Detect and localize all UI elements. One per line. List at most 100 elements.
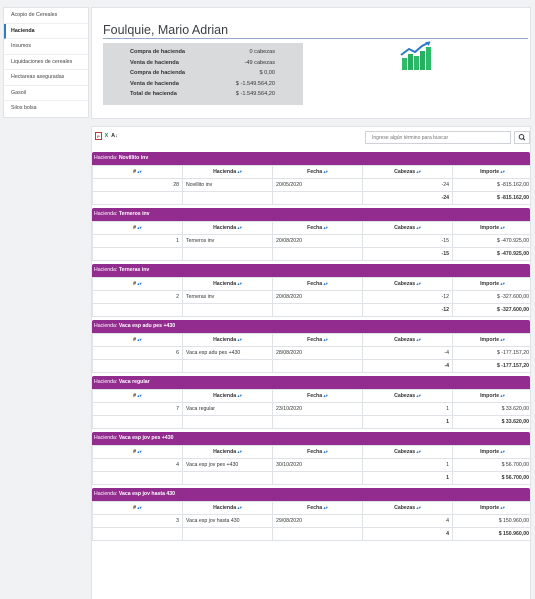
table-row[interactable]: 28 Novillito inv 20/05/2020 -24 $ -815.162,0… [92, 178, 530, 192]
column-header-cabezas[interactable]: Cabezas ▴▾ [362, 445, 453, 459]
sort-arrows-icon[interactable]: ▴▾ [322, 337, 328, 342]
sort-arrows-icon[interactable]: ▴▾ [415, 281, 421, 286]
sort-arrows-icon[interactable]: ▴▾ [136, 225, 142, 230]
column-header-hacienda[interactable]: Hacienda ▴▾ [182, 389, 273, 403]
column-header-fecha[interactable]: Fecha ▴▾ [272, 445, 363, 459]
pdf-icon[interactable]: P [95, 132, 102, 140]
sidebar-item-silos[interactable]: Silos bolsa [4, 101, 88, 117]
cell-fecha: 28/08/2020 [272, 346, 363, 360]
column-header-cabezas[interactable]: Cabezas ▴▾ [362, 165, 453, 179]
empty-cell [182, 415, 273, 429]
column-header-cabezas[interactable]: Cabezas ▴▾ [362, 221, 453, 235]
sort-arrows-icon[interactable]: ▴▾ [322, 505, 328, 510]
table-row[interactable]: 4 Vaca esp jov pes +430 30/10/2020 1 $ 56.70… [92, 458, 530, 472]
column-header-cabezas[interactable]: Cabezas ▴▾ [362, 501, 453, 515]
sidebar-item-hectareas[interactable]: Hectareas aseguradas [4, 70, 88, 86]
sort-arrows-icon[interactable]: ▴▾ [415, 225, 421, 230]
column-header-importe[interactable]: Importe ▴▾ [452, 221, 530, 235]
column-header-importe[interactable]: Importe ▴▾ [452, 445, 530, 459]
sort-arrows-icon[interactable]: ▴▾ [499, 337, 505, 342]
sort-arrows-icon[interactable]: ▴▾ [236, 281, 242, 286]
column-header-id[interactable]: # ▴▾ [92, 221, 183, 235]
column-header-hacienda[interactable]: Hacienda ▴▾ [182, 165, 273, 179]
column-header-hacienda[interactable]: Hacienda ▴▾ [182, 277, 273, 291]
sort-arrows-icon[interactable]: ▴▾ [236, 505, 242, 510]
group-header[interactable]: Hacienda: Vaca esp adu pes +430 [92, 320, 530, 333]
column-header-importe[interactable]: Importe ▴▾ [452, 165, 530, 179]
column-header-hacienda[interactable]: Hacienda ▴▾ [182, 445, 273, 459]
column-header-importe[interactable]: Importe ▴▾ [452, 501, 530, 515]
column-header-fecha[interactable]: Fecha ▴▾ [272, 165, 363, 179]
column-header-fecha[interactable]: Fecha ▴▾ [272, 333, 363, 347]
group-header[interactable]: Hacienda: Terneros inv [92, 208, 530, 221]
table-row[interactable]: 3 Vaca esp jov hasta 430 29/08/2020 4 $ 150.… [92, 514, 530, 528]
column-header-hacienda[interactable]: Hacienda ▴▾ [182, 333, 273, 347]
sort-arrows-icon[interactable]: ▴▾ [236, 337, 242, 342]
column-header-importe[interactable]: Importe ▴▾ [452, 277, 530, 291]
sort-arrows-icon[interactable]: ▴▾ [499, 225, 505, 230]
group-header[interactable]: Hacienda: Terneras inv [92, 264, 530, 277]
sort-icon[interactable]: A↓ [111, 132, 118, 140]
sort-arrows-icon[interactable]: ▴▾ [499, 393, 505, 398]
sort-arrows-icon[interactable]: ▴▾ [136, 337, 142, 342]
column-header-fecha[interactable]: Fecha ▴▾ [272, 221, 363, 235]
group-header[interactable]: Hacienda: Vaca regular [92, 376, 530, 389]
sort-arrows-icon[interactable]: ▴▾ [415, 505, 421, 510]
sort-arrows-icon[interactable]: ▴▾ [322, 393, 328, 398]
sort-arrows-icon[interactable]: ▴▾ [415, 169, 421, 174]
table-row[interactable]: 1 Terneros inv 20/08/2020 -15 $ -470.925,00 [92, 234, 530, 248]
sort-arrows-icon[interactable]: ▴▾ [136, 281, 142, 286]
sort-arrows-icon[interactable]: ▴▾ [236, 449, 242, 454]
sort-arrows-icon[interactable]: ▴▾ [136, 169, 142, 174]
column-header-cabezas[interactable]: Cabezas ▴▾ [362, 389, 453, 403]
column-header-fecha[interactable]: Fecha ▴▾ [272, 501, 363, 515]
sort-arrows-icon[interactable]: ▴▾ [499, 505, 505, 510]
sort-arrows-icon[interactable]: ▴▾ [499, 449, 505, 454]
search-button[interactable] [514, 131, 530, 144]
column-header-hacienda[interactable]: Hacienda ▴▾ [182, 221, 273, 235]
column-header-importe[interactable]: Importe ▴▾ [452, 389, 530, 403]
sort-arrows-icon[interactable]: ▴▾ [499, 281, 505, 286]
sidebar-item-hacienda[interactable]: Hacienda [4, 23, 88, 39]
table-row[interactable]: 2 Terneras inv 20/08/2020 -12 $ -327.600,00 [92, 290, 530, 304]
sort-arrows-icon[interactable]: ▴▾ [322, 169, 328, 174]
sort-arrows-icon[interactable]: ▴▾ [136, 505, 142, 510]
sidebar-item-liquidaciones[interactable]: Liquidaciones de cereales [4, 55, 88, 70]
sort-arrows-icon[interactable]: ▴▾ [322, 281, 328, 286]
sidebar-item-acopio[interactable]: Acopio de Cereales [4, 8, 88, 24]
hacienda-table: # ▴▾ Hacienda ▴▾ Fecha ▴▾ Cabezas ▴▾ Importe… [92, 221, 530, 261]
column-header-hacienda[interactable]: Hacienda ▴▾ [182, 501, 273, 515]
sort-arrows-icon[interactable]: ▴▾ [236, 225, 242, 230]
excel-icon[interactable]: X [103, 132, 110, 140]
sort-arrows-icon[interactable]: ▴▾ [236, 169, 242, 174]
sort-arrows-icon[interactable]: ▴▾ [322, 449, 328, 454]
sort-arrows-icon[interactable]: ▴▾ [322, 225, 328, 230]
hacienda-table: # ▴▾ Hacienda ▴▾ Fecha ▴▾ Cabezas ▴▾ Importe… [92, 165, 530, 205]
sidebar-item-gasoil[interactable]: Gasoil [4, 86, 88, 101]
sort-arrows-icon[interactable]: ▴▾ [415, 449, 421, 454]
column-header-fecha[interactable]: Fecha ▴▾ [272, 277, 363, 291]
group-header[interactable]: Hacienda: Vaca esp jov hasta 430 [92, 488, 530, 501]
column-header-id[interactable]: # ▴▾ [92, 501, 183, 515]
table-row[interactable]: 7 Vaca regular 23/10/2020 1 $ 33.620,00 [92, 402, 530, 416]
table-row[interactable]: 6 Vaca esp adu pes +430 28/08/2020 -4 $ -177… [92, 346, 530, 360]
column-header-id[interactable]: # ▴▾ [92, 333, 183, 347]
column-header-cabezas[interactable]: Cabezas ▴▾ [362, 333, 453, 347]
group-header[interactable]: Hacienda: Vaca esp jov pes +430 [92, 432, 530, 445]
column-header-importe[interactable]: Importe ▴▾ [452, 333, 530, 347]
sort-arrows-icon[interactable]: ▴▾ [415, 337, 421, 342]
group-header[interactable]: Hacienda: Novillito inv [92, 152, 530, 165]
sort-arrows-icon[interactable]: ▴▾ [136, 393, 142, 398]
sidebar-item-insumos[interactable]: Insumos [4, 39, 88, 55]
column-header-cabezas[interactable]: Cabezas ▴▾ [362, 277, 453, 291]
column-header-id[interactable]: # ▴▾ [92, 277, 183, 291]
sort-arrows-icon[interactable]: ▴▾ [415, 393, 421, 398]
search-input[interactable] [365, 131, 511, 144]
column-header-id[interactable]: # ▴▾ [92, 445, 183, 459]
column-header-fecha[interactable]: Fecha ▴▾ [272, 389, 363, 403]
column-header-id[interactable]: # ▴▾ [92, 165, 183, 179]
sort-arrows-icon[interactable]: ▴▾ [499, 169, 505, 174]
sort-arrows-icon[interactable]: ▴▾ [136, 449, 142, 454]
sort-arrows-icon[interactable]: ▴▾ [236, 393, 242, 398]
column-header-id[interactable]: # ▴▾ [92, 389, 183, 403]
